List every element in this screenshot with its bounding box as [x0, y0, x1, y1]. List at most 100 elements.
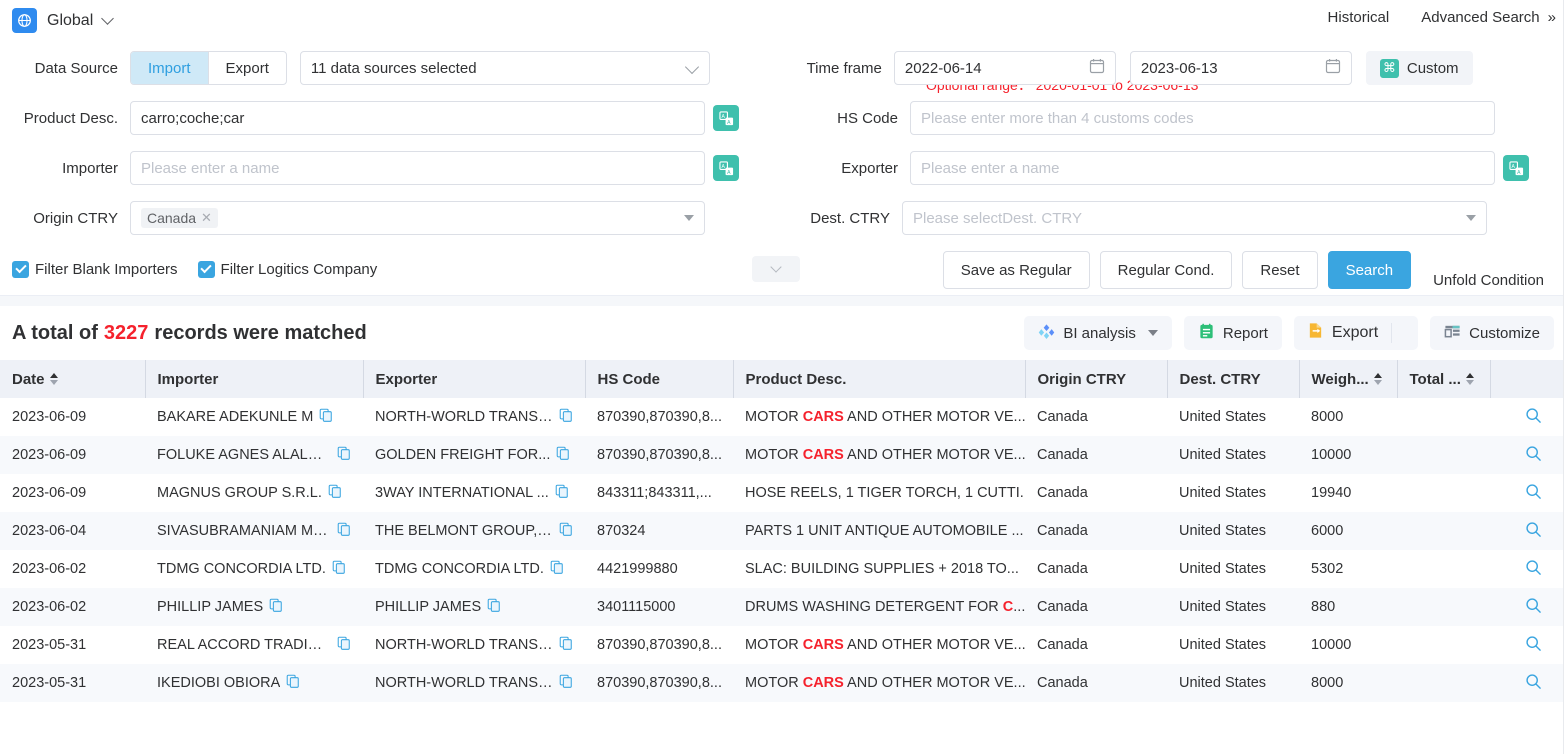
reset-button[interactable]: Reset: [1242, 251, 1318, 289]
view-detail-icon[interactable]: [1525, 635, 1542, 656]
copy-icon[interactable]: [559, 674, 573, 692]
table-row[interactable]: 2023-05-31 IKEDIOBI OBIORA NORTH-WORLD TRA…: [0, 664, 1564, 702]
view-detail-icon[interactable]: [1525, 483, 1542, 504]
remove-tag-icon[interactable]: ✕: [201, 210, 212, 226]
table-row[interactable]: 2023-06-04 SIVASUBRAMANIAM MU... THE BELMO…: [0, 512, 1564, 550]
cell-total: [1397, 626, 1490, 664]
copy-icon[interactable]: [555, 484, 569, 502]
importer-input[interactable]: Please enter a name: [130, 151, 705, 185]
copy-icon[interactable]: [337, 446, 351, 464]
cell-actions: [1490, 398, 1564, 436]
hs-code-input[interactable]: Please enter more than 4 customs codes: [910, 101, 1495, 135]
product-desc-input[interactable]: carro;coche;car: [130, 101, 705, 135]
col-date[interactable]: Date: [0, 360, 146, 398]
sort-weight-icon[interactable]: [1373, 373, 1382, 385]
view-detail-icon[interactable]: [1525, 445, 1542, 466]
view-detail-icon[interactable]: [1525, 673, 1542, 694]
advanced-search-link[interactable]: Advanced Search: [1421, 9, 1539, 26]
regular-cond-button[interactable]: Regular Cond.: [1099, 251, 1233, 289]
import-export-toggle[interactable]: Import Export: [130, 51, 287, 85]
copy-icon[interactable]: [332, 560, 346, 578]
view-detail-icon[interactable]: [1525, 597, 1542, 618]
unfold-condition-link[interactable]: Unfold Condition: [1433, 272, 1544, 289]
cell-weight: 5302: [1311, 561, 1344, 577]
exporter-input[interactable]: Please enter a name: [910, 151, 1495, 185]
translate-icon-product[interactable]: A A: [713, 105, 739, 131]
col-importer[interactable]: Importer: [145, 360, 364, 398]
table-row[interactable]: 2023-06-09 BAKARE ADEKUNLE M NORTH-WORLD T…: [0, 398, 1564, 436]
dest-ctry-select[interactable]: Please selectDest. CTRY: [902, 201, 1487, 235]
col-origin-ctry[interactable]: Origin CTRY: [1025, 360, 1168, 398]
col-total[interactable]: Total ...: [1397, 360, 1491, 398]
table-row[interactable]: 2023-06-09 FOLUKE AGNES ALALADE GOLDEN FRE…: [0, 436, 1564, 474]
col-exporter[interactable]: Exporter: [363, 360, 586, 398]
col-hs-code[interactable]: HS Code: [585, 360, 734, 398]
search-button[interactable]: Search: [1327, 251, 1412, 289]
chevron-down-icon[interactable]: [101, 12, 115, 25]
caret-down-icon[interactable]: [684, 215, 694, 221]
date-to-input[interactable]: 2023-06-13: [1129, 51, 1352, 85]
customize-button[interactable]: Customize: [1430, 316, 1554, 350]
sort-total-icon[interactable]: [1465, 373, 1474, 385]
copy-icon[interactable]: [550, 560, 564, 578]
caret-down-icon[interactable]: [1147, 330, 1158, 336]
filter-blank-importers-checkbox[interactable]: [12, 260, 29, 278]
chevron-down-icon: [770, 261, 782, 273]
date-from-input[interactable]: 2022-06-14: [893, 51, 1116, 85]
cell-dest-ctry: United States: [1179, 447, 1267, 463]
table-row[interactable]: 2023-05-31 REAL ACCORD TRADING... NORTH-WO…: [0, 626, 1564, 664]
col-dest-ctry[interactable]: Dest. CTRY: [1167, 360, 1300, 398]
caret-down-icon[interactable]: [1466, 215, 1476, 221]
sort-date-icon[interactable]: [49, 373, 58, 385]
region-selector[interactable]: Global: [12, 8, 115, 33]
cell-weight: 880: [1311, 599, 1336, 615]
translate-icon-importer[interactable]: A A: [713, 155, 739, 181]
save-as-regular-button[interactable]: Save as Regular: [942, 251, 1090, 289]
table-row[interactable]: 2023-06-02 TDMG CONCORDIA LTD. TDMG CONCOR…: [0, 550, 1564, 588]
table-row[interactable]: 2023-06-09 MAGNUS GROUP S.R.L. 3WAY INTERN…: [0, 474, 1564, 512]
copy-icon[interactable]: [328, 484, 342, 502]
cell-weight: 19940: [1311, 485, 1352, 501]
export-button[interactable]: Export: [1294, 316, 1391, 350]
collapse-filters-button[interactable]: [752, 256, 801, 282]
calendar-icon[interactable]: [1089, 58, 1105, 78]
custom-range-button[interactable]: ⌘ Custom: [1365, 51, 1473, 85]
origin-ctry-select[interactable]: Canada ✕: [130, 201, 705, 235]
col-weight[interactable]: Weigh...: [1299, 360, 1398, 398]
cell-exporter: NORTH-WORLD TRANSP...: [363, 664, 585, 702]
cell-hs-code: 870390,870390,8...: [597, 447, 722, 463]
copy-icon[interactable]: [559, 522, 573, 540]
historical-link[interactable]: Historical: [1328, 9, 1390, 26]
view-detail-icon[interactable]: [1525, 407, 1542, 428]
export-tab[interactable]: Export: [209, 52, 286, 84]
cell-total: [1397, 512, 1490, 550]
report-button[interactable]: Report: [1183, 316, 1282, 350]
double-chevron-right-icon[interactable]: »: [1548, 9, 1556, 26]
bi-analysis-button[interactable]: BI analysis: [1024, 316, 1172, 350]
copy-icon[interactable]: [337, 636, 351, 654]
view-detail-icon[interactable]: [1525, 521, 1542, 542]
copy-icon[interactable]: [556, 446, 570, 464]
cell-product-desc: MOTOR CARS AND OTHER MOTOR VE...: [745, 675, 1025, 691]
copy-icon[interactable]: [487, 598, 501, 616]
copy-icon[interactable]: [269, 598, 283, 616]
table-row[interactable]: 2023-06-02 PHILLIP JAMES PHILLIP JAMES 3401…: [0, 588, 1564, 626]
cell-product-desc: PARTS 1 UNIT ANTIQUE AUTOMOBILE ...: [745, 523, 1024, 539]
translate-icon-exporter[interactable]: A A: [1503, 155, 1529, 181]
copy-icon[interactable]: [559, 408, 573, 426]
copy-icon[interactable]: [337, 522, 351, 540]
cell-dest-ctry: United States: [1179, 561, 1267, 577]
export-dropdown-button[interactable]: [1392, 316, 1418, 350]
view-detail-icon[interactable]: [1525, 559, 1542, 580]
import-tab[interactable]: Import: [131, 52, 208, 84]
copy-icon[interactable]: [319, 408, 333, 426]
copy-icon[interactable]: [286, 674, 300, 692]
data-sources-select[interactable]: 11 data sources selected: [299, 51, 710, 85]
chevron-down-icon[interactable]: [684, 59, 699, 75]
col-product-desc[interactable]: Product Desc.: [733, 360, 1026, 398]
copy-icon[interactable]: [559, 636, 573, 654]
search-row-country: Origin CTRY Canada ✕ Dest. CTRY Please s…: [12, 193, 1552, 243]
calendar-icon[interactable]: [1325, 58, 1341, 78]
cell-date: 2023-05-31: [12, 675, 87, 691]
filter-logistics-company-checkbox[interactable]: [197, 260, 215, 278]
